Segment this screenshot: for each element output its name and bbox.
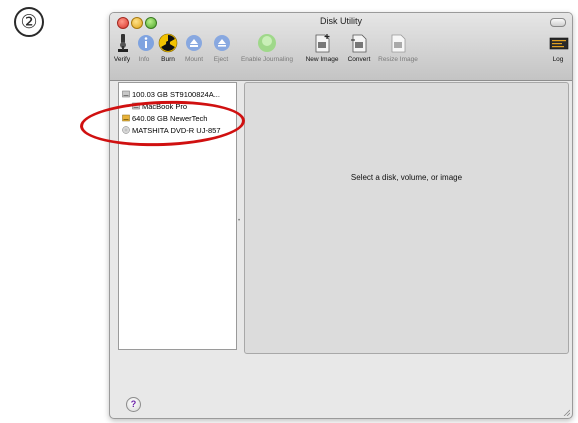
burn-label: Burn [161,56,175,63]
hard-disk-icon [122,90,130,98]
window-toolbar: Disk Utility Verify Info Burn Mount Ejec… [110,13,572,81]
log-icon [549,37,569,50]
info-icon [138,35,154,51]
eject-icon [214,35,230,51]
convert-label: Convert [347,56,371,63]
disk-list-item[interactable]: 100.03 GB ST9100824A... [122,89,220,100]
toolbar-toggle-button[interactable] [550,18,566,27]
new-image-label: New Image [305,56,339,63]
split-view-handle[interactable]: • [238,218,240,224]
resize-image-button[interactable]: Resize Image [376,32,420,72]
burn-icon [158,33,178,53]
enable-journaling-button[interactable]: Enable Journaling [234,32,300,72]
help-button[interactable]: ? [126,397,141,412]
window-title: Disk Utility [320,16,362,26]
resize-image-label: Resize Image [378,56,418,63]
mount-button[interactable]: Mount [182,32,206,72]
mount-icon [186,35,202,51]
step-number-marker: ② [14,7,44,37]
info-button[interactable]: Info [135,32,154,72]
disk-utility-window: Disk Utility Verify Info Burn Mount Ejec… [109,12,573,419]
enable-journaling-label: Enable Journaling [240,56,294,63]
mount-label: Mount [184,56,204,63]
log-button[interactable]: Log [548,32,569,72]
convert-icon [351,34,367,53]
convert-button[interactable]: Convert [344,32,374,72]
log-label: Log [552,56,564,63]
info-label: Info [138,56,150,63]
empty-selection-message: Select a disk, volume, or image [350,173,463,182]
detail-pane: Select a disk, volume, or image [244,82,569,354]
verify-button[interactable]: Verify [112,32,132,72]
eject-label: Eject [213,56,229,63]
disk-list-item-label: 100.03 GB ST9100824A... [132,90,220,99]
new-image-button[interactable]: New Image [302,32,342,72]
microscope-icon [118,34,128,52]
journaling-icon [258,34,276,52]
eject-button[interactable]: Eject [211,32,231,72]
burn-button[interactable]: Burn [157,32,179,72]
new-image-icon [315,34,330,53]
resize-image-icon [391,34,406,53]
resize-grip-icon[interactable] [562,408,570,416]
verify-label: Verify [113,56,131,63]
